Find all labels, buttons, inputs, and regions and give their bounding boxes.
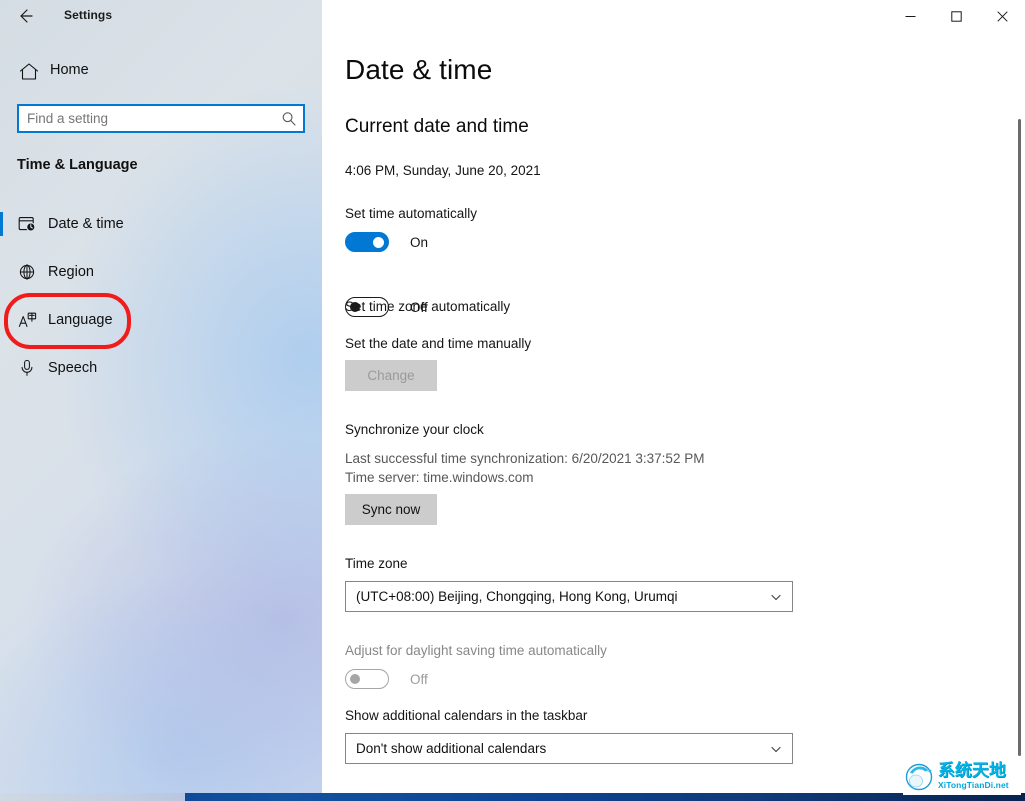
vertical-scrollbar[interactable] <box>1018 119 1021 756</box>
search-input[interactable] <box>19 106 277 131</box>
back-arrow-icon[interactable] <box>10 2 40 30</box>
sidebar-item-date-and-time[interactable]: Date & time <box>0 200 310 248</box>
minimize-icon[interactable] <box>887 0 933 32</box>
timezone-label: Time zone <box>345 556 408 571</box>
timezone-dropdown[interactable]: (UTC+08:00) Beijing, Chongqing, Hong Kon… <box>345 581 793 612</box>
home-icon <box>17 60 41 84</box>
timezone-value: (UTC+08:00) Beijing, Chongqing, Hong Kon… <box>346 589 678 604</box>
main-content: Date & time Current date and time 4:06 P… <box>322 0 1025 793</box>
sidebar-nav: Date & time Region <box>0 200 322 392</box>
sidebar: Settings Home Time & Language <box>0 0 322 793</box>
language-icon <box>16 309 38 331</box>
watermark-logo-icon <box>903 760 935 792</box>
time-server-text: Time server: time.windows.com <box>345 468 534 487</box>
sidebar-bottom-strip <box>0 793 185 801</box>
sidebar-item-language[interactable]: Language <box>0 296 310 344</box>
last-sync-text: Last successful time synchronization: 6/… <box>345 449 704 468</box>
synchronize-heading: Synchronize your clock <box>345 422 484 437</box>
additional-calendars-value: Don't show additional calendars <box>346 741 546 756</box>
set-time-automatically-toggle-row: On <box>345 232 428 252</box>
watermark: 系统天地 XiTongTianDi.net <box>903 757 1021 795</box>
sidebar-home-label: Home <box>50 62 89 78</box>
microphone-icon <box>16 357 38 379</box>
sidebar-item-label: Language <box>48 312 113 328</box>
watermark-cn-text: 系统天地 <box>938 762 1009 779</box>
watermark-en-text: XiTongTianDi.net <box>938 781 1009 790</box>
window-titlebar-left: Settings <box>0 0 322 32</box>
additional-calendars-dropdown[interactable]: Don't show additional calendars <box>345 733 793 764</box>
calendar-clock-icon <box>16 213 38 235</box>
chevron-down-icon <box>769 590 783 604</box>
set-timezone-automatically-toggle[interactable] <box>345 297 389 317</box>
page-title: Date & time <box>345 54 492 86</box>
set-time-automatically-label: Set time automatically <box>345 206 477 221</box>
current-date-time-heading: Current date and time <box>345 116 529 138</box>
change-button[interactable]: Change <box>345 360 437 391</box>
current-date-time-value: 4:06 PM, Sunday, June 20, 2021 <box>345 163 541 178</box>
set-time-automatically-state: On <box>410 235 428 250</box>
settings-window: Settings Home Time & Language <box>0 0 1025 801</box>
dst-label: Adjust for daylight saving time automati… <box>345 643 607 658</box>
window-controls <box>887 0 1025 32</box>
additional-calendars-label: Show additional calendars in the taskbar <box>345 708 587 723</box>
sidebar-item-label: Date & time <box>48 216 124 232</box>
sync-now-button[interactable]: Sync now <box>345 494 437 525</box>
dst-state: Off <box>410 672 428 687</box>
sidebar-item-home[interactable]: Home <box>0 56 310 89</box>
sidebar-item-speech[interactable]: Speech <box>0 344 310 392</box>
dst-toggle[interactable] <box>345 669 389 689</box>
chevron-down-icon <box>769 742 783 756</box>
sidebar-category-title: Time & Language <box>17 157 138 173</box>
set-time-automatically-toggle[interactable] <box>345 232 389 252</box>
dst-toggle-row: Off <box>345 669 428 689</box>
sidebar-item-label: Region <box>48 264 94 280</box>
sidebar-item-label: Speech <box>48 360 97 376</box>
set-manually-label: Set the date and time manually <box>345 336 531 351</box>
set-timezone-automatically-state: Off <box>410 300 428 315</box>
close-icon[interactable] <box>979 0 1025 32</box>
globe-icon <box>16 261 38 283</box>
app-title: Settings <box>64 8 112 22</box>
set-timezone-automatically-toggle-row: Off <box>345 297 428 317</box>
search-icon[interactable] <box>280 110 298 128</box>
search-box[interactable] <box>17 104 305 133</box>
sidebar-item-region[interactable]: Region <box>0 248 310 296</box>
maximize-icon[interactable] <box>933 0 979 32</box>
